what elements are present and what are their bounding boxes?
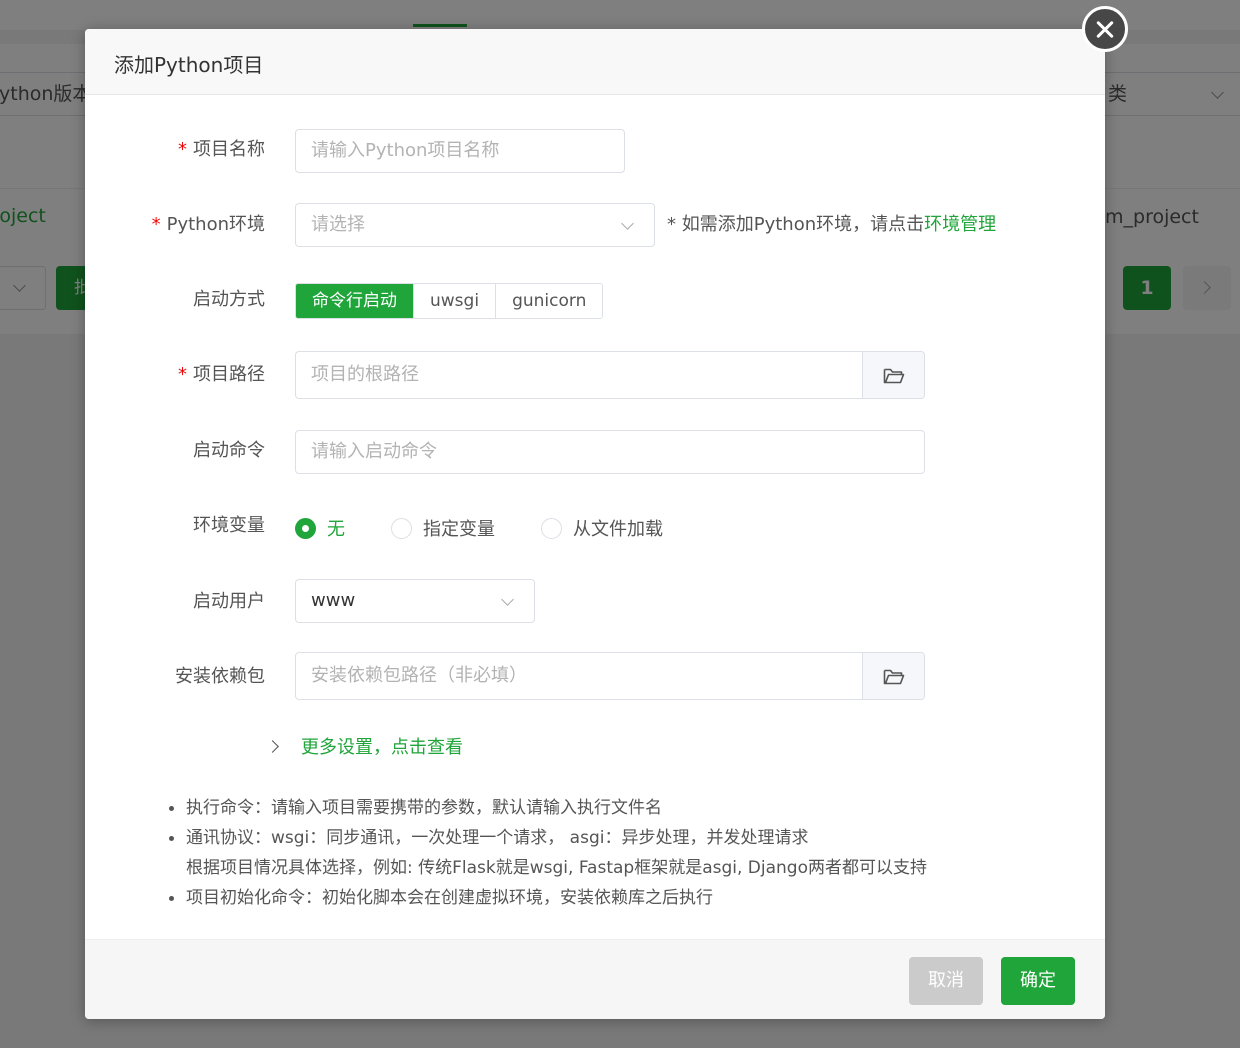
env-vars-specify-radio[interactable]: 指定变量	[391, 515, 495, 541]
project-name-label: * 项目名称	[178, 139, 265, 160]
env-vars-none-radio[interactable]: 无	[295, 515, 345, 541]
project-path-input[interactable]: 项目的根路径	[311, 352, 419, 398]
start-command-input[interactable]: 请输入启动命令	[295, 430, 925, 474]
dialog-title: 添加Python项目	[114, 53, 264, 77]
chevron-down-icon	[621, 217, 634, 230]
deps-browse-button[interactable]	[862, 653, 924, 699]
deps-label: 安装依赖包	[175, 666, 265, 687]
help-notes: 执行命令：请输入项目需要携带的参数，默认请输入执行文件名 通讯协议：wsgi：同…	[168, 793, 1068, 913]
dialog-footer: 取消 确定	[85, 939, 1105, 1019]
folder-icon	[883, 368, 905, 384]
start-mode-gunicorn[interactable]: gunicorn	[496, 284, 603, 318]
project-name-input[interactable]: 请输入Python项目名称	[295, 129, 625, 173]
note-item: 执行命令：请输入项目需要携带的参数，默认请输入执行文件名	[168, 793, 1068, 823]
start-user-select[interactable]: www	[295, 579, 535, 623]
python-env-label: * Python环境	[151, 214, 265, 235]
note-item: 根据项目情况具体选择，例如: 传统Flask就是wsgi, Fastap框架就是…	[186, 858, 927, 878]
env-vars-label: 环境变量	[193, 515, 265, 536]
env-vars-file-radio[interactable]: 从文件加载	[541, 515, 663, 541]
add-python-project-dialog: 添加Python项目 * 项目名称 请输入Python项目名称 * Python环境…	[85, 29, 1105, 1019]
python-env-hint: * 如需添加Python环境，请点击环境管理	[667, 214, 997, 235]
dialog-header: 添加Python项目	[85, 29, 1105, 95]
folder-icon	[883, 669, 905, 685]
start-mode-uwsgi[interactable]: uwsgi	[414, 284, 497, 318]
project-path-field: 项目的根路径	[295, 351, 925, 399]
start-command-label: 启动命令	[193, 440, 265, 461]
python-env-select[interactable]: 请选择	[295, 203, 655, 247]
chevron-right-icon	[266, 739, 279, 753]
cancel-button[interactable]: 取消	[909, 957, 983, 1005]
project-path-label: * 项目路径	[178, 364, 265, 385]
deps-input[interactable]: 安装依赖包路径（非必填）	[311, 653, 527, 699]
deps-field: 安装依赖包路径（非必填）	[295, 652, 925, 700]
note-item: 项目初始化命令：初始化脚本会在创建虚拟环境，安装依赖库之后执行	[168, 883, 1068, 913]
env-management-link[interactable]: 环境管理	[924, 214, 996, 235]
start-user-label: 启动用户	[193, 591, 265, 612]
start-mode-group: 命令行启动 uwsgi gunicorn	[295, 283, 604, 319]
more-settings-toggle[interactable]: 更多设置，点击查看	[266, 733, 463, 759]
close-icon[interactable]	[1082, 6, 1128, 52]
project-path-browse-button[interactable]	[862, 352, 924, 398]
confirm-button[interactable]: 确定	[1001, 957, 1075, 1005]
chevron-down-icon	[501, 593, 514, 606]
start-mode-label: 启动方式	[193, 289, 265, 310]
note-item: 通讯协议：wsgi：同步通讯，一次处理一个请求， asgi：异步处理，并发处理请…	[168, 823, 1068, 853]
start-mode-cli[interactable]: 命令行启动	[296, 284, 414, 318]
